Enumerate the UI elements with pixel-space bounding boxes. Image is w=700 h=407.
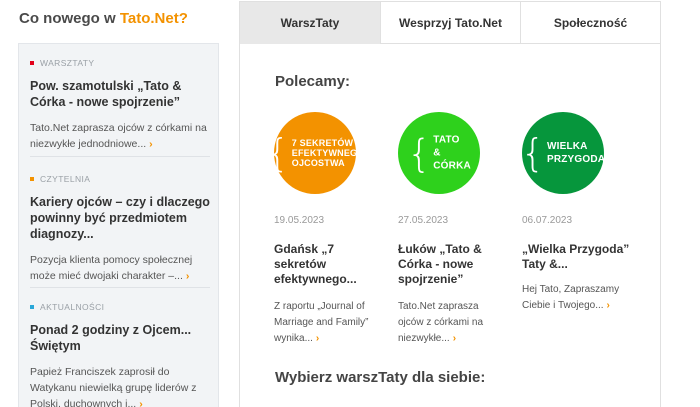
workshops-panel: WarszTaty Wesprzyj Tato.Net Społeczność … — [239, 1, 661, 407]
workshop-logo[interactable]: { Tato & Córka — [398, 112, 480, 194]
logo-text-line: Tato — [433, 134, 460, 146]
tab-spolecznosc[interactable]: Społeczność — [521, 2, 660, 44]
workshop-excerpt: Z raportu „Journal of Marriage and Famil… — [274, 299, 382, 347]
workshop-card[interactable]: { Wielka Przygoda 06.07.2023 „Wielka Prz… — [521, 112, 632, 311]
news-category-label: AKTUALNOŚCI — [40, 302, 105, 312]
workshop-card[interactable]: { 7 sekretów efektywnego ojcostwa 19.05.… — [266, 112, 384, 344]
tab-warsztaty[interactable]: WarszTaty — [240, 2, 381, 44]
tab-bar: WarszTaty Wesprzyj Tato.Net Społeczność — [240, 2, 660, 44]
read-more-arrow-icon[interactable]: › — [149, 138, 153, 150]
news-category-label: WARSZTATY — [40, 58, 95, 68]
news-category: AKTUALNOŚCI — [30, 302, 212, 312]
whats-new-title-prefix: Co nowego w — [19, 10, 120, 27]
news-item[interactable]: CZYTELNIA Kariery ojców – czy i dlaczego… — [30, 174, 212, 284]
workshop-logo[interactable]: { 7 sekretów efektywnego ojcostwa — [266, 112, 364, 194]
news-excerpt: Tato.Net zaprasza ojców z córkami na nie… — [30, 120, 212, 152]
news-item[interactable]: WARSZTATY Pow. szamotulski „Tato & Córka… — [30, 58, 212, 152]
brace-icon: { — [265, 131, 290, 175]
recommended-title: Polecamy: — [275, 73, 351, 90]
tab-wesprzyj[interactable]: Wesprzyj Tato.Net — [381, 2, 521, 44]
news-excerpt: Pozycja klienta pomocy społecznej może m… — [30, 252, 212, 284]
workshop-excerpt-text: Tato.Net zaprasza ojców z córkami na nie… — [398, 301, 484, 344]
logo-text: 7 sekretów efektywnego ojcostwa — [292, 138, 365, 168]
logo-text-line: efektywnego — [291, 148, 365, 158]
read-more-arrow-icon[interactable]: › — [607, 300, 610, 311]
news-headline[interactable]: Ponad 2 godziny z Ojcem... Świętym — [30, 322, 212, 354]
logo-text-line: 7 sekretów — [291, 138, 354, 148]
workshop-date: 27.05.2023 — [398, 215, 449, 226]
logo-text-line: Przygoda — [546, 154, 606, 165]
read-more-arrow-icon[interactable]: › — [453, 333, 456, 344]
news-item[interactable]: AKTUALNOŚCI Ponad 2 godziny z Ojcem... Ś… — [30, 302, 212, 407]
workshop-excerpt: Hej Tato, Zapraszamy Ciebie i Twojego...… — [522, 282, 630, 314]
logo-mark: { Tato & Córka — [407, 134, 471, 173]
brace-icon: { — [520, 131, 545, 175]
workshop-title[interactable]: Gdańsk „7 sekretów efektywnego... — [274, 242, 382, 287]
news-headline[interactable]: Pow. szamotulski „Tato & Córka - nowe sp… — [30, 78, 212, 110]
news-list: WARSZTATY Pow. szamotulski „Tato & Córka… — [18, 43, 219, 407]
read-more-arrow-icon[interactable]: › — [139, 398, 143, 407]
news-excerpt-text: Papież Franciszek zaprosił do Watykanu n… — [30, 366, 197, 407]
category-dot-icon — [30, 61, 34, 65]
news-excerpt-text: Tato.Net zaprasza ojców z córkami na nie… — [30, 122, 207, 150]
whats-new-title-brand[interactable]: Tato.Net? — [120, 10, 188, 27]
news-excerpt-text: Pozycja klienta pomocy społecznej może m… — [30, 254, 193, 282]
workshop-card[interactable]: { Tato & Córka 27.05.2023 Łuków „Tato & … — [398, 112, 508, 344]
category-dot-icon — [30, 305, 34, 309]
logo-text: Wielka Przygoda — [547, 140, 605, 166]
news-excerpt: Papież Franciszek zaprosił do Watykanu n… — [30, 364, 212, 407]
workshop-logo[interactable]: { Wielka Przygoda — [521, 112, 605, 194]
whats-new-title: Co nowego w Tato.Net? — [19, 10, 188, 27]
logo-text-line: Wielka — [546, 141, 588, 152]
news-category: CZYTELNIA — [30, 174, 212, 184]
workshop-excerpt-text: Z raportu „Journal of Marriage and Famil… — [274, 301, 369, 344]
workshop-excerpt: Tato.Net zaprasza ojców z córkami na nie… — [398, 299, 506, 347]
logo-text: Tato & Córka — [433, 134, 471, 173]
news-category-label: CZYTELNIA — [40, 174, 91, 184]
logo-mark: { 7 sekretów efektywnego ojcostwa — [266, 134, 365, 172]
choose-workshops-title: Wybierz warszTaty dla siebie: — [275, 369, 486, 386]
news-divider — [30, 156, 210, 157]
workshop-excerpt-text: Hej Tato, Zapraszamy Ciebie i Twojego... — [522, 284, 620, 311]
read-more-arrow-icon[interactable]: › — [316, 333, 319, 344]
category-dot-icon — [30, 177, 34, 181]
news-divider — [30, 287, 210, 288]
read-more-arrow-icon[interactable]: › — [186, 270, 190, 282]
news-category: WARSZTATY — [30, 58, 212, 68]
brace-icon: { — [407, 131, 432, 175]
logo-text-line: ojcostwa — [291, 158, 345, 168]
workshop-date: 19.05.2023 — [274, 215, 325, 226]
logo-text-line: & Córka — [433, 147, 471, 172]
workshop-title[interactable]: Łuków „Tato & Córka - nowe spojrzenie” — [398, 242, 506, 287]
workshop-title[interactable]: „Wielka Przygoda” Taty &... — [522, 242, 630, 272]
logo-mark: { Wielka Przygoda — [521, 134, 605, 172]
news-headline[interactable]: Kariery ojców – czy i dlaczego powinny b… — [30, 194, 212, 242]
workshop-date: 06.07.2023 — [522, 215, 573, 226]
